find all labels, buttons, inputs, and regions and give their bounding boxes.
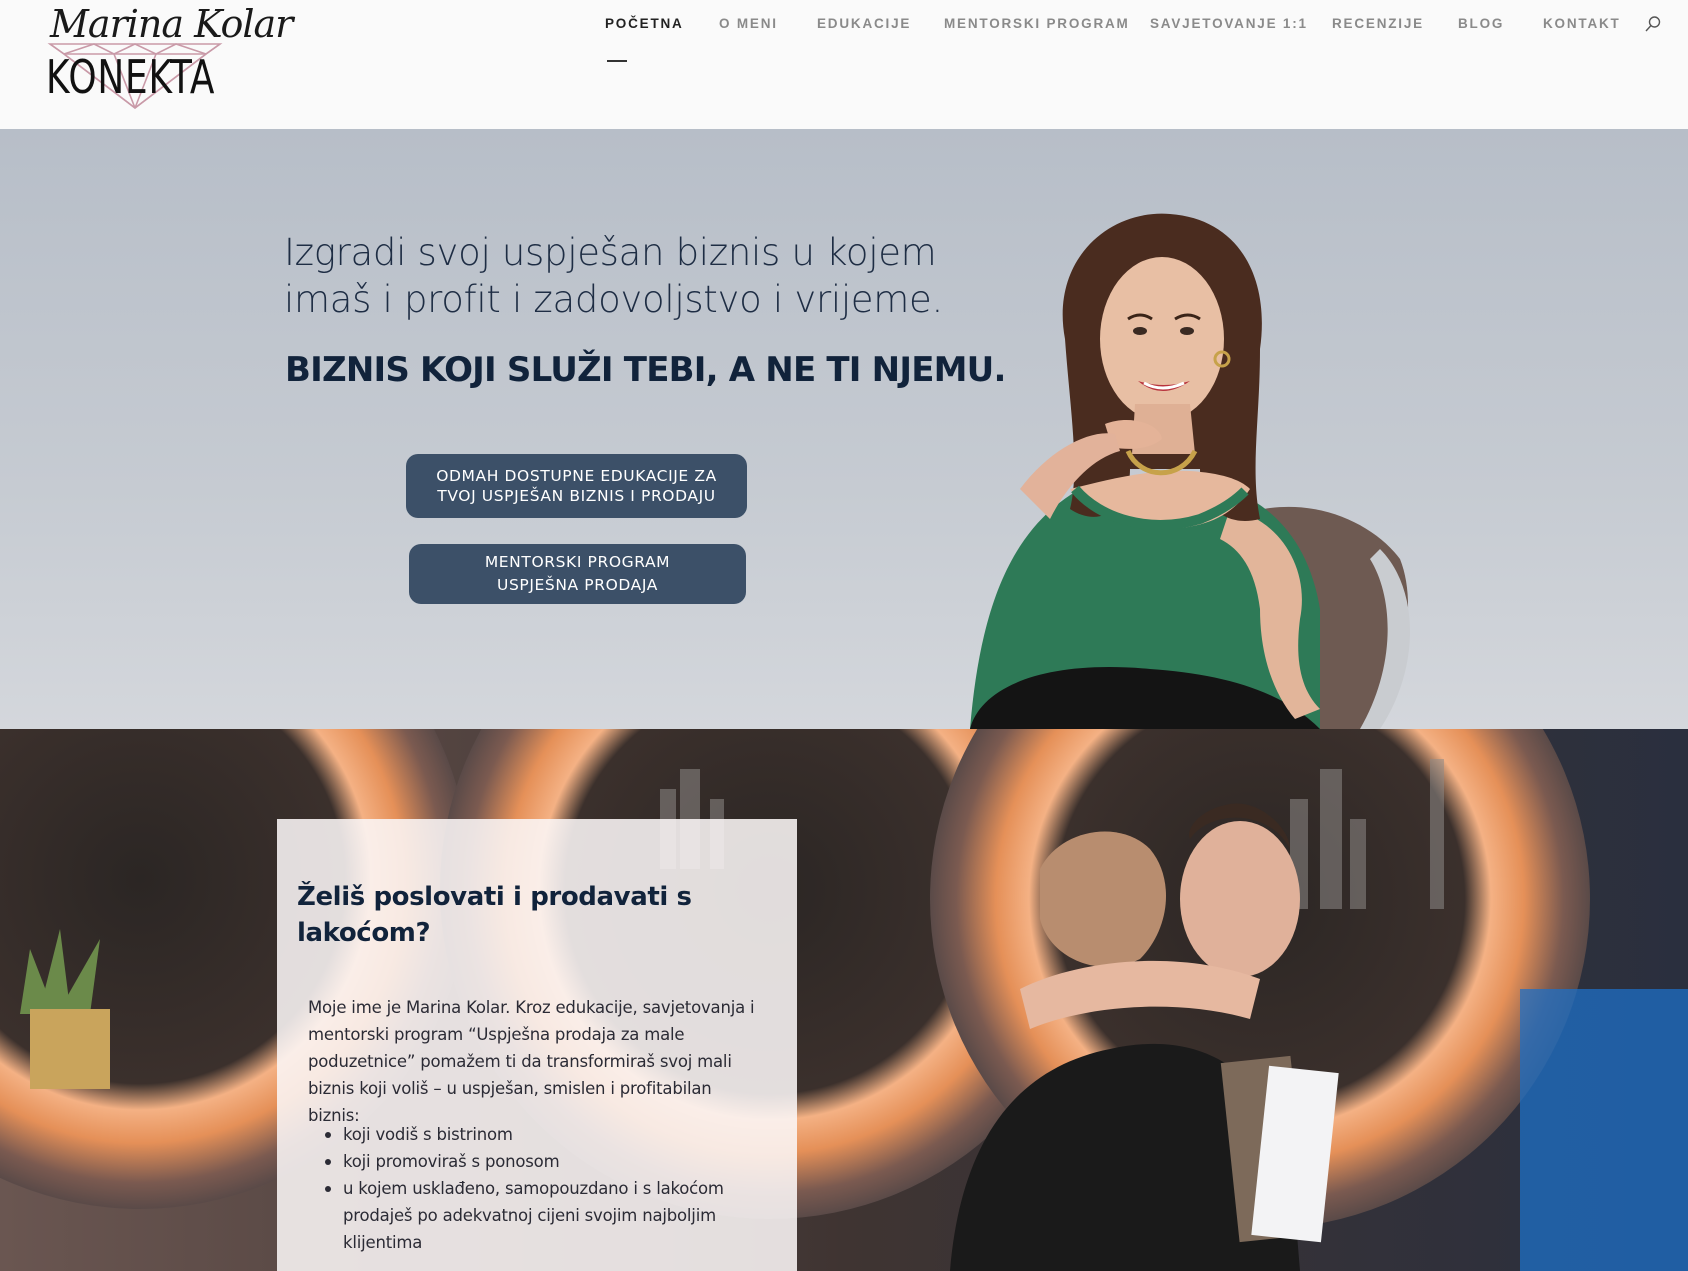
nav-item-savjetovanje[interactable]: SAVJETOVANJE 1:1: [1150, 16, 1308, 31]
main-nav: POČETNA O MENI EDUKACIJE MENTORSKI PROGR…: [0, 16, 1688, 62]
mentorski-button-line1: MENTORSKI PROGRAM: [484, 553, 671, 571]
nav-item-mentorski-program[interactable]: MENTORSKI PROGRAM: [944, 16, 1130, 31]
mentorski-button-line2: USPJEŠNA PRODAJA: [497, 576, 658, 594]
nav-active-indicator: [607, 60, 627, 62]
intro-section: Želiš poslovati i prodavati s lakoćom? M…: [0, 729, 1688, 1271]
list-item: koji vodiš s bistrinom: [325, 1121, 763, 1148]
nav-item-edukacije[interactable]: EDUKACIJE: [817, 16, 911, 31]
search-icon[interactable]: [1644, 15, 1662, 33]
edukacije-button-line2: TVOJ USPJEŠAN BIZNIS I PRODAJU: [437, 487, 716, 505]
nav-item-o-meni[interactable]: O MENI: [719, 16, 778, 31]
site-header: Marina Kolar KONEKTA POČETNA O MENI EDUK…: [0, 0, 1688, 118]
nav-item-recenzije[interactable]: RECENZIJE: [1332, 16, 1424, 31]
mentorski-program-button[interactable]: MENTORSKI PROGRAM USPJEŠNA PRODAJA: [409, 544, 746, 604]
intro-card: Želiš poslovati i prodavati s lakoćom? M…: [277, 819, 797, 1271]
intro-bullet-list: koji vodiš s bistrinom koji promoviraš s…: [325, 1121, 763, 1256]
nav-item-blog[interactable]: BLOG: [1458, 16, 1504, 31]
list-item: u kojem usklađeno, samopouzdano i s lako…: [325, 1175, 763, 1256]
edukacije-button[interactable]: ODMAH DOSTUPNE EDUKACIJE ZA TVOJ USPJEŠA…: [406, 454, 747, 518]
intro-title: Želiš poslovati i prodavati s lakoćom?: [297, 882, 692, 948]
portrait-image: [970, 213, 1410, 729]
intro-text: Moje ime je Marina Kolar. Kroz edukacije…: [308, 998, 755, 1125]
logo-wordmark: KONEKTA: [46, 50, 216, 104]
nav-item-pocetna[interactable]: POČETNA: [605, 16, 684, 31]
nav-item-kontakt[interactable]: KONTAKT: [1543, 16, 1621, 31]
list-item: koji promoviraš s ponosom: [325, 1148, 763, 1175]
hug-photo: [0, 729, 1688, 1271]
hero-section: Izgradi svoj uspješan biznis u kojem ima…: [0, 129, 1688, 729]
hero-title: BIZNIS KOJI SLUŽI TEBI, A NE TI NJEMU.: [285, 350, 1006, 390]
edukacije-button-line1: ODMAH DOSTUPNE EDUKACIJE ZA: [436, 467, 717, 485]
